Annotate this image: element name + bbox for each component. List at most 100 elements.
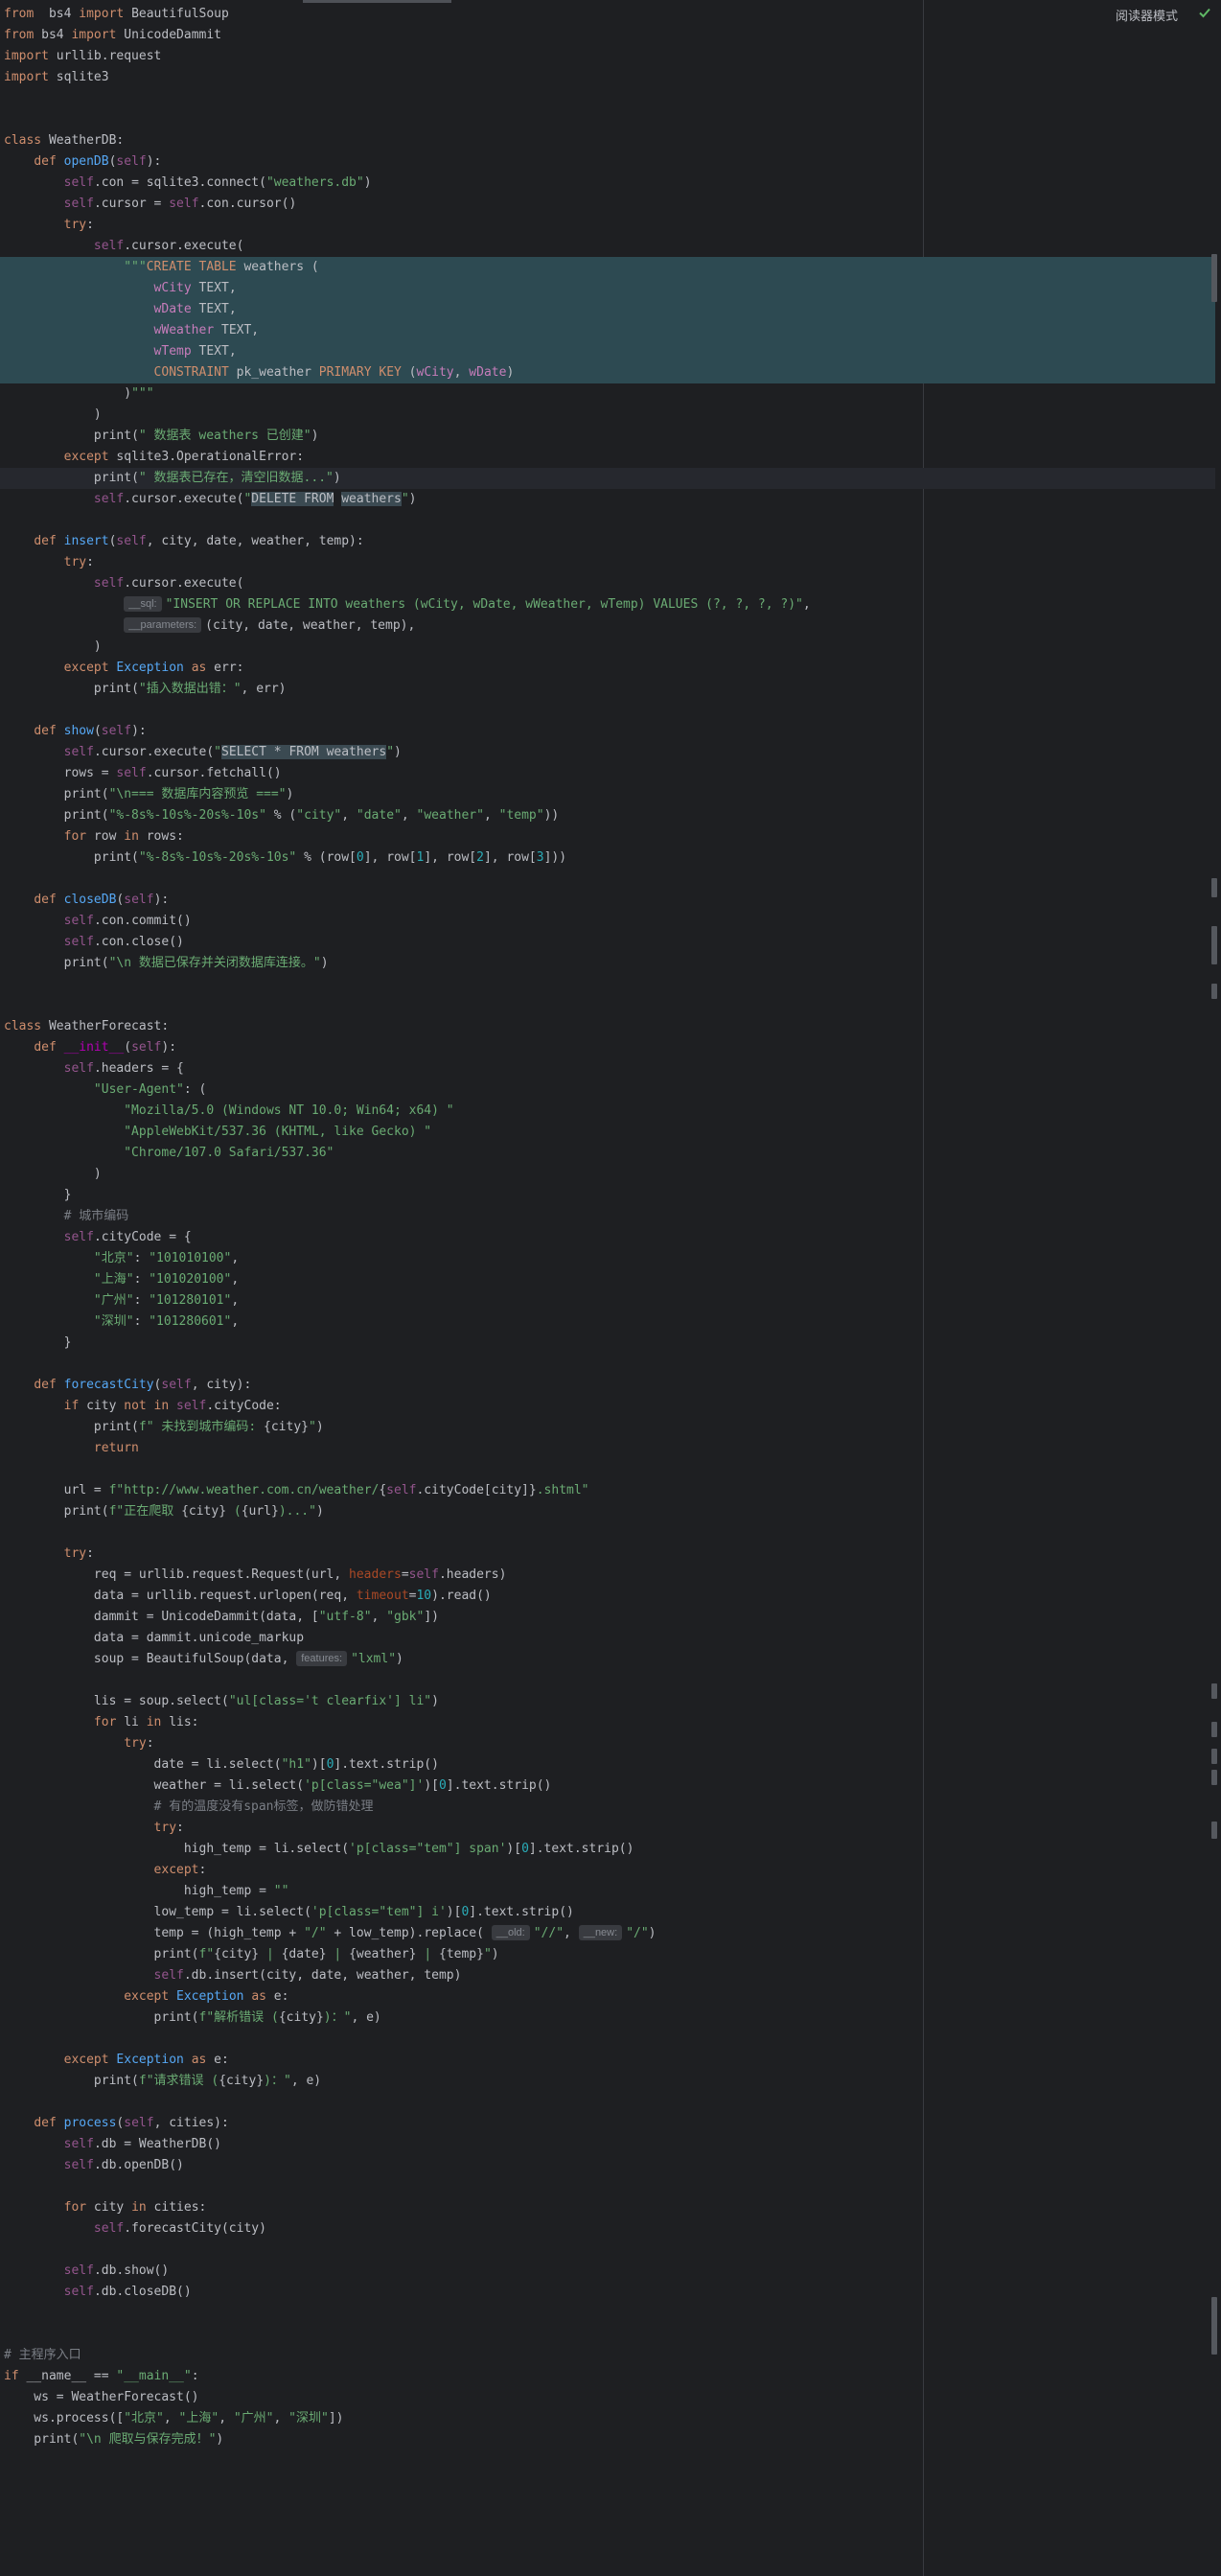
code-line[interactable]: url = f"http://www.weather.com.cn/weathe… — [0, 1480, 1215, 1501]
code-line[interactable]: self.headers = { — [0, 1058, 1215, 1079]
code-line[interactable]: wTemp TEXT, — [0, 341, 1215, 362]
scrollbar[interactable] — [1208, 0, 1217, 2576]
code-line[interactable]: self.cityCode = { — [0, 1227, 1215, 1248]
code-line[interactable]: self.forecastCity(city) — [0, 2218, 1215, 2239]
code-line[interactable]: def insert(self, city, date, weather, te… — [0, 531, 1215, 552]
code-line[interactable]: def openDB(self): — [0, 151, 1215, 173]
code-line[interactable]: __parameters: (city, date, weather, temp)… — [0, 615, 1215, 637]
code-line[interactable]: req = urllib.request.Request(url, header… — [0, 1565, 1215, 1586]
code-line[interactable]: except sqlite3.OperationalError: — [0, 447, 1215, 468]
code-line[interactable]: print(f"正在爬取 {city} ({url})...") — [0, 1501, 1215, 1522]
code-line[interactable]: print("%-8s%-10s%-20s%-10s" % ("city", "… — [0, 805, 1215, 826]
code-line[interactable]: weather = li.select('p[class="wea"]')[0]… — [0, 1775, 1215, 1797]
code-line[interactable]: return — [0, 1438, 1215, 1459]
code-line[interactable]: high_temp = li.select('p[class="tem"] sp… — [0, 1839, 1215, 1860]
code-line[interactable]: """CREATE TABLE weathers ( — [0, 257, 1215, 278]
code-line[interactable]: from bs4 import BeautifulSoup — [0, 4, 1215, 25]
code-line[interactable]: "上海": "101020100", — [0, 1269, 1215, 1290]
code-line[interactable] — [0, 1354, 1215, 1375]
code-line[interactable]: self.cursor.execute( — [0, 236, 1215, 257]
code-line[interactable]: } — [0, 1333, 1215, 1354]
code-line[interactable] — [0, 869, 1215, 890]
code-line[interactable]: low_temp = li.select('p[class="tem"] i')… — [0, 1902, 1215, 1923]
code-line[interactable]: "北京": "101010100", — [0, 1248, 1215, 1269]
code-line[interactable] — [0, 1522, 1215, 1543]
code-line[interactable]: "Mozilla/5.0 (Windows NT 10.0; Win64; x6… — [0, 1101, 1215, 1122]
code-line[interactable] — [0, 2303, 1215, 2324]
code-line[interactable]: ws = WeatherForecast() — [0, 2387, 1215, 2408]
code-line[interactable]: "User-Agent": ( — [0, 1079, 1215, 1101]
code-line[interactable]: for li in lis: — [0, 1712, 1215, 1733]
code-line[interactable]: date = li.select("h1")[0].text.strip() — [0, 1754, 1215, 1775]
code-line[interactable]: wCity TEXT, — [0, 278, 1215, 299]
code-line[interactable]: print("\n=== 数据库内容预览 ===") — [0, 784, 1215, 805]
code-line[interactable]: __sql: "INSERT OR REPLACE INTO weathers (… — [0, 594, 1215, 615]
code-line[interactable]: rows = self.cursor.fetchall() — [0, 763, 1215, 784]
code-line[interactable]: # 城市编码 — [0, 1206, 1215, 1227]
code-line[interactable]: try: — [0, 1543, 1215, 1565]
code-line[interactable]: self.con = sqlite3.connect("weathers.db"… — [0, 173, 1215, 194]
code-area[interactable]: from bs4 import BeautifulSoup from bs4 im… — [0, 4, 1215, 2450]
code-line[interactable]: wWeather TEXT, — [0, 320, 1215, 341]
code-line[interactable]: self.con.close() — [0, 932, 1215, 953]
code-line[interactable] — [0, 2239, 1215, 2261]
code-line[interactable]: except Exception as e: — [0, 1986, 1215, 2007]
code-line[interactable]: self.db.closeDB() — [0, 2282, 1215, 2303]
code-line[interactable]: self.db.insert(city, date, weather, temp… — [0, 1965, 1215, 1986]
code-line[interactable]: print("\n 数据已保存并关闭数据库连接。") — [0, 953, 1215, 974]
code-line[interactable]: # 有的温度没有span标签，做防错处理 — [0, 1797, 1215, 1818]
code-editor[interactable]: 阅读器模式 from bs4 import BeautifulSoup from … — [0, 0, 1221, 2576]
code-line[interactable]: self.con.commit() — [0, 911, 1215, 932]
code-line[interactable]: high_temp = "" — [0, 1881, 1215, 1902]
code-line[interactable]: except Exception as e: — [0, 2050, 1215, 2071]
code-line[interactable] — [0, 1459, 1215, 1480]
code-line[interactable]: ) — [0, 1164, 1215, 1185]
code-line[interactable] — [0, 510, 1215, 531]
code-line[interactable]: if __name__ == "__main__": — [0, 2366, 1215, 2387]
code-line[interactable]: "深圳": "101280601", — [0, 1311, 1215, 1333]
code-line[interactable]: soup = BeautifulSoup(data, features: "lxm… — [0, 1649, 1215, 1670]
code-line[interactable] — [0, 2176, 1215, 2197]
code-line[interactable]: print(f"{city} | {date} | {weather} | {t… — [0, 1944, 1215, 1965]
code-line[interactable]: dammit = UnicodeDammit(data, ["utf-8", "… — [0, 1607, 1215, 1628]
code-line[interactable] — [0, 109, 1215, 130]
code-line[interactable] — [0, 995, 1215, 1016]
code-line[interactable]: data = dammit.unicode_markup — [0, 1628, 1215, 1649]
code-line[interactable]: "AppleWebKit/537.36 (KHTML, like Gecko) … — [0, 1122, 1215, 1143]
code-line[interactable]: if city not in self.cityCode: — [0, 1396, 1215, 1417]
code-line[interactable]: class WeatherDB: — [0, 130, 1215, 151]
code-line[interactable]: try: — [0, 1733, 1215, 1754]
code-line[interactable]: try: — [0, 552, 1215, 573]
code-line[interactable]: print("\n 爬取与保存完成！") — [0, 2429, 1215, 2450]
code-line[interactable]: import urllib.request — [0, 46, 1215, 67]
code-line[interactable]: try: — [0, 1818, 1215, 1839]
code-line[interactable]: from bs4 import UnicodeDammit — [0, 25, 1215, 46]
code-line[interactable]: import sqlite3 — [0, 67, 1215, 88]
code-line[interactable]: print(f"请求错误 ({city})：", e) — [0, 2071, 1215, 2092]
code-line[interactable]: def forecastCity(self, city): — [0, 1375, 1215, 1396]
code-line[interactable]: print("%-8s%-10s%-20s%-10s" % (row[0], r… — [0, 847, 1215, 869]
code-line[interactable]: self.cursor.execute(" DELETE FROM weather… — [0, 489, 1215, 510]
code-line[interactable]: )""" — [0, 383, 1215, 405]
code-line[interactable]: print(f" 未找到城市编码: {city}") — [0, 1417, 1215, 1438]
code-line[interactable] — [0, 700, 1215, 721]
code-line[interactable]: ) — [0, 405, 1215, 426]
code-line[interactable] — [0, 1670, 1215, 1691]
code-line[interactable]: self.db.show() — [0, 2261, 1215, 2282]
code-line[interactable]: wDate TEXT, — [0, 299, 1215, 320]
code-line[interactable]: print(" 数据表 weathers 已创建") — [0, 426, 1215, 447]
code-line[interactable]: # 主程序入口 — [0, 2345, 1215, 2366]
code-line[interactable]: try: — [0, 215, 1215, 236]
code-line[interactable]: ) — [0, 637, 1215, 658]
code-line[interactable]: data = urllib.request.urlopen(req, timeo… — [0, 1586, 1215, 1607]
code-line[interactable]: print("插入数据出错：", err) — [0, 679, 1215, 700]
code-line[interactable]: self.cursor.execute("SELECT * FROM weath… — [0, 742, 1215, 763]
code-line[interactable]: CONSTRAINT pk_weather PRIMARY KEY (wCity… — [0, 362, 1215, 383]
code-line[interactable]: for city in cities: — [0, 2197, 1215, 2218]
code-line[interactable] — [0, 2029, 1215, 2050]
code-line[interactable]: self.db.openDB() — [0, 2155, 1215, 2176]
code-line[interactable]: for row in rows: — [0, 826, 1215, 847]
code-line[interactable]: } — [0, 1185, 1215, 1206]
code-line[interactable]: temp = (high_temp + "/" + low_temp).repl… — [0, 1923, 1215, 1944]
code-line[interactable] — [0, 2092, 1215, 2113]
